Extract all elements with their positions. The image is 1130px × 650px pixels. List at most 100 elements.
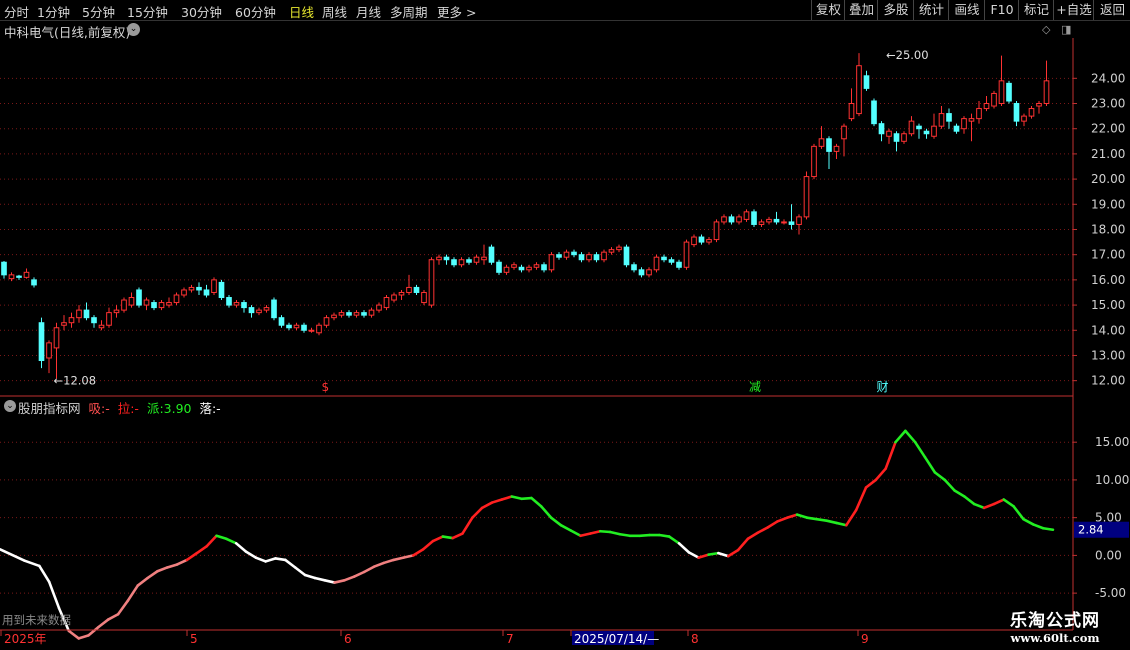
indicator-segment [136, 576, 149, 587]
indicator-segment [638, 533, 651, 538]
candle-body [16, 275, 22, 278]
indicator-segment [106, 612, 120, 621]
price-tick-label: 22.00 [1091, 122, 1125, 136]
candle-body [863, 75, 870, 89]
watermark-logo: 乐淘公式网 www.60lt.com [985, 606, 1125, 646]
indicator-header: 股朋指标网 吸:- 拉:- 派:3.90 落:- [18, 398, 225, 417]
candle-body [278, 317, 285, 326]
candle-body [1006, 82, 1012, 102]
candle-body [233, 302, 240, 306]
indicator-segment [579, 532, 592, 538]
indicator-segment [884, 440, 897, 470]
high-price-annotation: ←25.00 [886, 48, 929, 62]
indicator-segment [97, 618, 110, 629]
price-tick-label: 14.00 [1091, 323, 1125, 337]
indicator-segment [736, 537, 750, 552]
candle-body [796, 216, 802, 225]
candle-body [391, 294, 397, 301]
indicator-segment [323, 579, 336, 584]
candle-body [571, 251, 577, 256]
indicator-segment [805, 516, 819, 521]
price-tick-label: 15.00 [1091, 298, 1125, 312]
candle-body [563, 251, 570, 258]
candle-body [526, 266, 532, 271]
candlestick-series [1, 53, 1050, 379]
candle-body [421, 291, 427, 304]
indicator-segment [1012, 505, 1025, 521]
watermark-url: www.60lt.com [1010, 631, 1100, 645]
candle-body [721, 216, 727, 223]
indicator-chevron-down-icon[interactable]: ⌄ [4, 400, 16, 412]
candle-body [803, 176, 810, 218]
candle-body [706, 239, 712, 243]
indicator-segment [471, 506, 484, 519]
candle-body [893, 133, 900, 142]
series-label-pai: 派:3.90 [146, 401, 192, 416]
candle-body [631, 264, 637, 271]
indicator-segment [904, 429, 917, 444]
indicator-segment [687, 551, 700, 559]
current-value-label: 2.84 [1078, 523, 1104, 537]
candle-body [436, 256, 442, 261]
indicator-segment [185, 551, 199, 562]
candle-body [61, 322, 67, 326]
indicator-segment [47, 580, 61, 610]
indicator-segment [38, 564, 51, 584]
price-tick-label: 21.00 [1091, 147, 1125, 161]
candle-body [908, 120, 915, 135]
indicator-segment [205, 534, 218, 548]
indicator-segment [284, 558, 297, 569]
indicator-segment [77, 634, 90, 640]
candle-body [931, 125, 937, 137]
candle-body [676, 261, 682, 268]
time-tick-label: 8 [691, 632, 699, 646]
candle-body [383, 297, 390, 309]
candle-body [638, 269, 645, 276]
candle-body [316, 324, 322, 334]
candle-body [46, 342, 52, 359]
indicator-segment [756, 526, 769, 535]
indicator-tick-label: 10.00 [1095, 473, 1129, 487]
indicator-segment [303, 573, 317, 580]
candle-body [263, 307, 270, 311]
candle-body [68, 317, 75, 324]
candle-body [586, 254, 592, 261]
candle-body [1036, 103, 1042, 107]
candle-body [848, 103, 855, 120]
indicator-segment [618, 532, 632, 538]
candle-body [211, 279, 217, 293]
candle-body [766, 218, 772, 223]
candle-body [443, 256, 450, 261]
candle-body [728, 216, 735, 223]
indicator-segment [972, 502, 986, 510]
candle-body [173, 294, 180, 304]
candle-body [143, 299, 150, 306]
indicator-segment [313, 576, 327, 582]
candle-body [623, 246, 630, 266]
candle-body [38, 322, 45, 362]
future-data-note: 用到未来数据 [2, 613, 71, 627]
candle-body [301, 324, 307, 331]
candle-body [488, 246, 495, 263]
candle-body [346, 312, 352, 316]
price-tick-label: 12.00 [1091, 374, 1125, 388]
candle-body [413, 286, 420, 293]
indicator-segment [923, 455, 937, 474]
candle-body [128, 297, 135, 306]
candle-body [398, 291, 405, 296]
time-tick-label: 9 [861, 632, 869, 646]
indicator-segment [254, 556, 267, 563]
candle-body [308, 329, 315, 332]
candle-body [76, 309, 82, 319]
price-tick-label: 13.00 [1091, 348, 1125, 362]
indicator-segment [520, 496, 533, 501]
series-label-la: 拉:- [117, 401, 139, 416]
candle-body [121, 299, 127, 311]
candle-body [593, 254, 600, 261]
indicator-segment [451, 532, 464, 540]
indicator-segment [195, 545, 208, 555]
candle-body [683, 241, 690, 268]
candle-body [466, 259, 472, 263]
indicator-segment [215, 534, 228, 541]
price-tick-label: 23.00 [1091, 97, 1125, 111]
